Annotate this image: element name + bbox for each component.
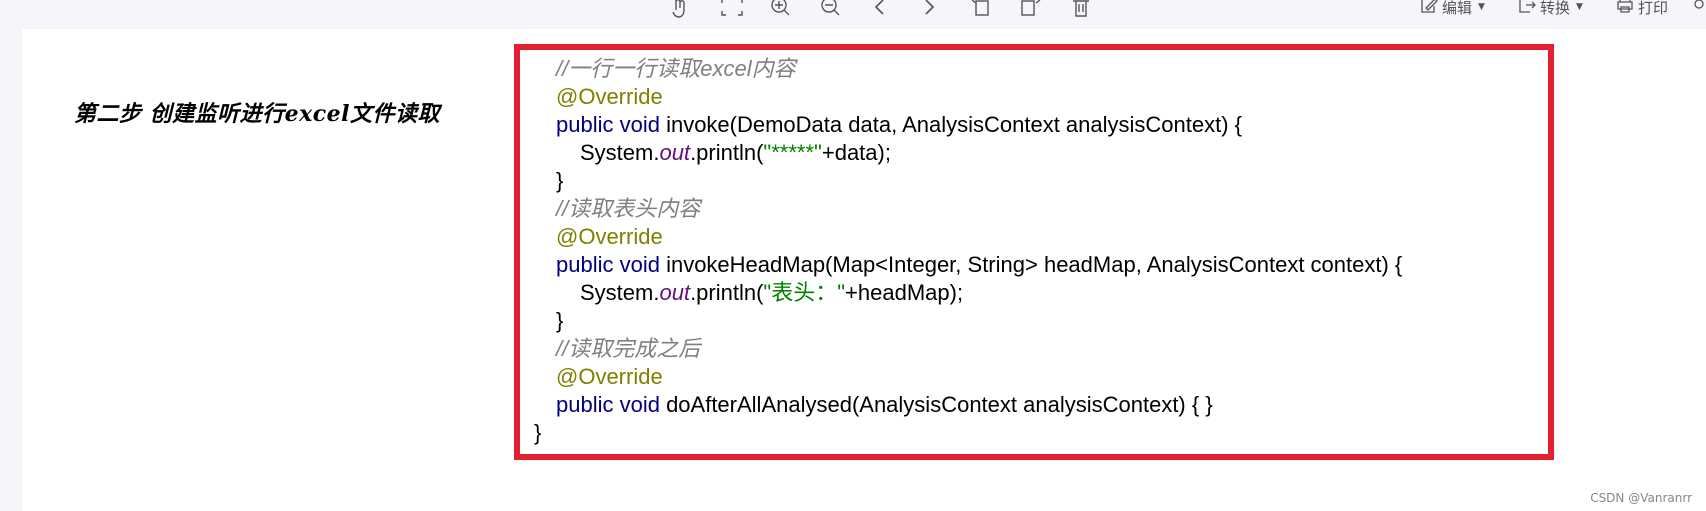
edit-icon [1420,0,1438,17]
code-comment-line: //读取表头内容 [556,195,700,223]
code-text: System. [580,280,660,305]
printer-icon [1616,0,1634,17]
code-method-line: public void doAfterAllAnalysed(AnalysisC… [556,391,1213,419]
code-brace-line: } [556,167,563,195]
code-keyword: public void [556,392,660,417]
code-block: //一行一行读取excel内容 @Override public void in… [514,44,1554,460]
code-text: } [556,168,564,193]
code-comment: //读取完成之后 [556,336,701,361]
code-brace-line: } [534,419,541,447]
code-keyword: public void [556,112,660,137]
code-annotation-line: @Override [556,363,663,391]
print-button[interactable]: 打印 [1616,0,1668,17]
code-text: } [534,420,542,445]
code-string: "表头：" [763,280,846,305]
step-title: 第二步 创建监听进行excel文件读取 [74,101,441,127]
code-brace-line: } [556,307,563,335]
hand-icon[interactable] [670,0,690,18]
next-page-icon[interactable] [922,0,938,18]
code-keyword: public void [556,252,660,277]
code-annotation-line: @Override [556,83,663,111]
edit-label: 编辑 [1442,0,1473,17]
code-comment: //一行一行读取excel内容 [556,56,796,81]
chevron-down-icon: ▼ [1478,2,1485,12]
delete-icon[interactable] [1072,0,1090,18]
document-page: 第二步 创建监听进行excel文件读取 //一行一行读取excel内容 @Ove… [22,29,1706,511]
code-text: System. [580,140,660,165]
code-method-line: public void invokeHeadMap(Map<Integer, S… [556,251,1402,279]
convert-label: 转换 [1540,0,1571,17]
code-field: out [659,280,691,305]
edit-menu[interactable]: 编辑 ▼ [1420,0,1485,17]
code-field: out [659,140,691,165]
convert-menu[interactable]: 转换 ▼ [1518,0,1583,17]
fit-page-icon[interactable] [721,0,743,18]
more-icon[interactable] [1692,0,1706,18]
code-comment-line: //一行一行读取excel内容 [556,55,796,83]
code-statement-line: System.out.println("*****"+data); [580,139,891,167]
zoom-in-icon[interactable] [770,0,792,18]
viewer-toolbar: 编辑 ▼ 转换 ▼ 打印 [0,0,1706,22]
code-annotation: @Override [556,84,663,109]
code-method-line: public void invoke(DemoData data, Analys… [556,111,1242,139]
code-annotation: @Override [556,224,663,249]
code-comment: //读取表头内容 [556,196,701,221]
chevron-down-icon: ▼ [1576,2,1583,12]
code-text: invokeHeadMap(Map<Integer, String> headM… [659,252,1403,277]
code-text: .println( [690,280,764,305]
code-text: } [556,308,564,333]
rotate-right-icon[interactable] [1020,0,1042,18]
code-text: doAfterAllAnalysed(AnalysisContext analy… [659,392,1213,417]
code-comment-line: //读取完成之后 [556,335,700,363]
code-text: invoke(DemoData data, AnalysisContext an… [659,112,1243,137]
code-annotation: @Override [556,364,663,389]
watermark: CSDN @Vanranrr [1590,491,1692,505]
code-statement-line: System.out.println("表头："+headMap); [580,279,963,307]
code-text: +data); [821,140,891,165]
convert-icon [1518,0,1536,17]
print-label: 打印 [1638,0,1669,17]
zoom-out-icon[interactable] [820,0,842,18]
code-text: +headMap); [845,280,964,305]
code-text: .println( [690,140,764,165]
rotate-left-icon[interactable] [970,0,992,18]
previous-page-icon[interactable] [872,0,888,18]
code-annotation-line: @Override [556,223,663,251]
code-string: "*****" [763,140,822,165]
